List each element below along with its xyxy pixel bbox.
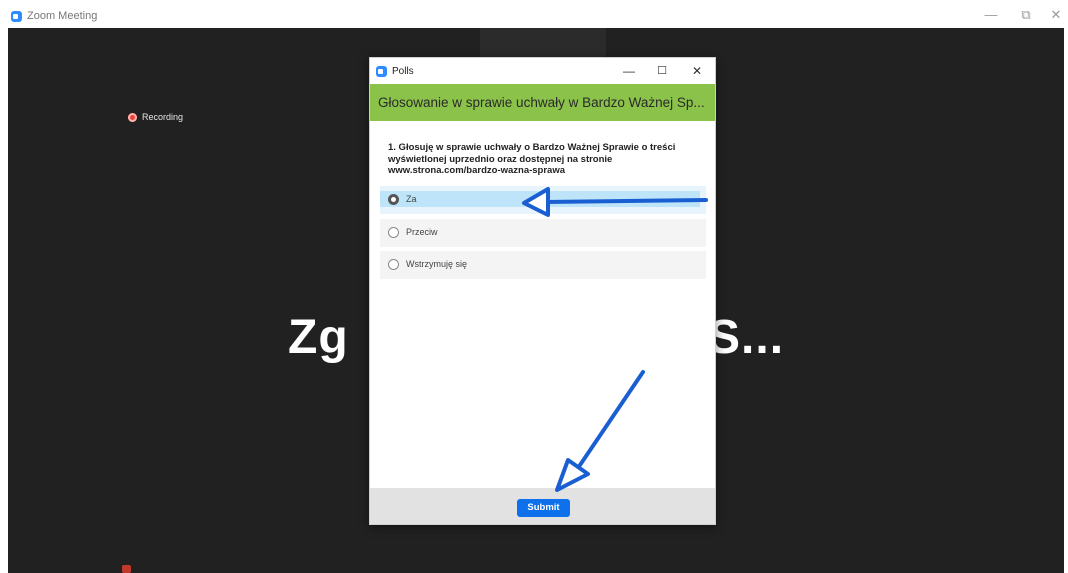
poll-option-label: Przeciw: [406, 227, 438, 237]
minimize-button[interactable]: —: [979, 7, 1003, 23]
polls-dialog: Polls — ☐ ✕ Głosowanie w sprawie uchwały…: [369, 57, 716, 525]
poll-option-wstrzymuje[interactable]: Wstrzymuję się: [380, 251, 706, 279]
polls-close-button[interactable]: ✕: [688, 63, 706, 79]
poll-footer: Submit: [370, 488, 715, 524]
zoom-logo-icon: [11, 11, 22, 22]
radio-unselected-icon[interactable]: [388, 227, 399, 238]
zoom-title-bar: Zoom Meeting — ⧉ ✕: [0, 0, 1068, 28]
poll-option-label: Za: [406, 194, 417, 204]
video-tile: [480, 28, 606, 60]
poll-option-przeciw[interactable]: Przeciw: [380, 219, 706, 247]
poll-option-za[interactable]: Za: [380, 186, 706, 214]
recording-indicator[interactable]: Recording: [128, 112, 183, 122]
polls-window-title: Polls: [392, 66, 414, 77]
restore-button[interactable]: ⧉: [1014, 7, 1038, 23]
selection-highlight: [380, 191, 700, 207]
poll-header: Głosowanie w sprawie uchwały w Bardzo Wa…: [370, 84, 715, 121]
zoom-window-title: Zoom Meeting: [27, 10, 98, 22]
polls-minimize-button[interactable]: —: [620, 63, 638, 79]
microphone-muted-icon: [122, 565, 131, 573]
shared-screen-text-right: S...: [708, 311, 785, 364]
poll-title: Głosowanie w sprawie uchwały w Bardzo Wa…: [378, 95, 705, 110]
radio-unselected-icon[interactable]: [388, 259, 399, 270]
recording-dot-icon: [128, 112, 137, 122]
polls-maximize-button[interactable]: ☐: [653, 63, 671, 79]
zoom-logo-icon: [376, 66, 387, 77]
shared-screen-text-left: Zg: [288, 311, 349, 364]
submit-button[interactable]: Submit: [517, 499, 570, 517]
polls-title-bar: Polls — ☐ ✕: [370, 58, 715, 84]
recording-label: Recording: [142, 112, 184, 122]
poll-option-label: Wstrzymuję się: [406, 259, 468, 269]
poll-question: 1. Głosuję w sprawie uchwały o Bardzo Wa…: [388, 142, 676, 176]
radio-selected-icon[interactable]: [388, 194, 399, 205]
close-button[interactable]: ✕: [1044, 7, 1068, 23]
